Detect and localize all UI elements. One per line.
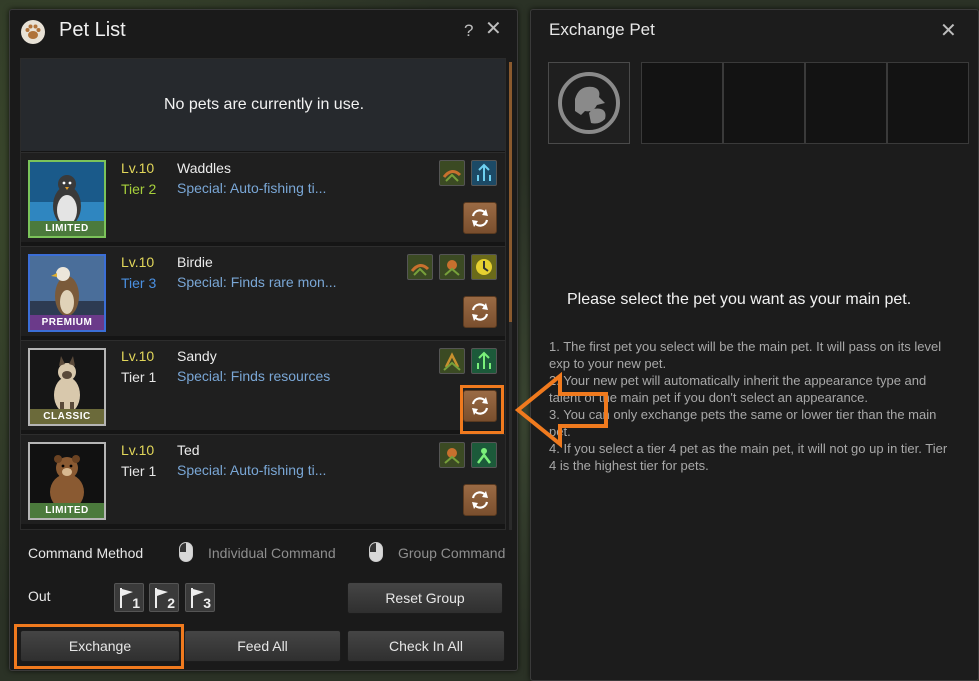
pet-portrait: LIMITED	[28, 160, 106, 238]
pet-portrait: LIMITED	[28, 442, 106, 520]
pet-row-birdie[interactable]: PREMIUM Lv.10 Tier 3 Birdie Special: Fin…	[21, 246, 505, 336]
out-group-3-button[interactable]: 3	[185, 583, 215, 612]
pickup-skill-icon	[471, 348, 497, 374]
pet-slot-4[interactable]	[805, 62, 887, 144]
pet-special: Special: Finds rare mon...	[177, 274, 337, 290]
flag-number: 3	[203, 595, 211, 611]
highlight-box	[14, 624, 184, 669]
pet-row-sandy[interactable]: CLASSIC Lv.10 Tier 1 Sandy Special: Find…	[21, 340, 505, 430]
exchange-pet-button[interactable]	[463, 484, 497, 516]
pet-name: Sandy	[177, 348, 217, 364]
exchange-icon	[471, 303, 489, 321]
pet-silhouette-icon	[558, 72, 620, 134]
pet-portrait: PREMIUM	[28, 254, 106, 332]
grade-label: LIMITED	[30, 503, 104, 518]
out-group-2-button[interactable]: 2	[149, 583, 179, 612]
help-icon[interactable]: ?	[464, 21, 473, 41]
resource-skill-icon	[439, 348, 465, 374]
pet-list-header: Pet List ? ✕	[10, 10, 517, 54]
feed-all-button[interactable]: Feed All	[184, 630, 341, 662]
mouse-icon	[179, 542, 193, 562]
fishing-skill-icon	[439, 160, 465, 186]
scroll-thumb[interactable]	[509, 62, 512, 322]
select-main-pet-prompt: Please select the pet you want as your m…	[567, 291, 912, 308]
pet-name: Ted	[177, 442, 200, 458]
pet-name: Waddles	[177, 160, 231, 176]
scrollbar[interactable]	[509, 62, 512, 530]
grade-label: LIMITED	[30, 221, 104, 236]
pet-list-box: No pets are currently in use. LIMITED Lv…	[20, 58, 506, 530]
grade-label: CLASSIC	[30, 409, 104, 424]
individual-command-option[interactable]: Individual Command	[208, 545, 336, 561]
command-method-label: Command Method	[28, 545, 144, 561]
pet-list-window: Pet List ? ✕ No pets are currently in us…	[9, 9, 518, 671]
check-in-all-button[interactable]: Check In All	[347, 630, 505, 662]
paw-icon	[21, 20, 45, 44]
pet-special: Special: Auto-fishing ti...	[177, 462, 327, 478]
rare-monster-skill-icon	[471, 254, 497, 280]
group-command-option[interactable]: Group Command	[398, 545, 505, 561]
pet-level: Lv.10	[121, 254, 155, 270]
no-pets-message: No pets are currently in use.	[21, 59, 505, 151]
pet-slot-3[interactable]	[723, 62, 805, 144]
exchange-pet-button[interactable]	[463, 202, 497, 234]
pet-portrait: CLASSIC	[28, 348, 106, 426]
pet-slot-5[interactable]	[887, 62, 969, 144]
window-title: Pet List	[59, 19, 126, 41]
flag-number: 1	[132, 595, 140, 611]
arrow-left-icon	[514, 372, 608, 448]
exchange-icon	[471, 209, 489, 227]
highlight-box	[460, 385, 504, 434]
exchange-pet-window: Exchange Pet ✕ Please select the pet you…	[530, 9, 979, 681]
flag-number: 2	[167, 595, 175, 611]
pet-tier: Tier 3	[121, 275, 157, 291]
note-1: 1. The first pet you select will be the …	[549, 339, 942, 371]
window-title: Exchange Pet	[549, 20, 655, 39]
pet-level: Lv.10	[121, 442, 155, 458]
pickup-skill-icon	[471, 442, 497, 468]
pet-special: Special: Auto-fishing ti...	[177, 180, 327, 196]
mouse-icon	[369, 542, 383, 562]
pet-row-ted[interactable]: LIMITED Lv.10 Tier 1 Ted Special: Auto-f…	[21, 434, 505, 524]
close-icon[interactable]: ✕	[485, 19, 502, 39]
close-icon[interactable]: ✕	[940, 18, 957, 43]
out-group-1-button[interactable]: 1	[114, 583, 144, 612]
exchange-pet-button[interactable]	[463, 296, 497, 328]
pet-name: Birdie	[177, 254, 213, 270]
pet-tier: Tier 1	[121, 369, 157, 385]
reset-group-button[interactable]: Reset Group	[347, 582, 503, 614]
gathering-skill-icon	[439, 442, 465, 468]
out-label: Out	[28, 588, 51, 604]
exchange-icon	[471, 491, 489, 509]
pet-tier: Tier 1	[121, 463, 157, 479]
pet-tier: Tier 2	[121, 181, 157, 197]
pet-level: Lv.10	[121, 160, 155, 176]
pet-slot-2[interactable]	[641, 62, 723, 144]
fishing-skill-icon	[407, 254, 433, 280]
main-pet-slot[interactable]	[548, 62, 630, 144]
pet-level: Lv.10	[121, 348, 155, 364]
pet-special: Special: Finds resources	[177, 368, 331, 384]
gathering-skill-icon	[439, 254, 465, 280]
pickup-skill-icon	[471, 160, 497, 186]
pet-row-waddles[interactable]: LIMITED Lv.10 Tier 2 Waddles Special: Au…	[21, 152, 505, 242]
grade-label: PREMIUM	[30, 315, 104, 330]
